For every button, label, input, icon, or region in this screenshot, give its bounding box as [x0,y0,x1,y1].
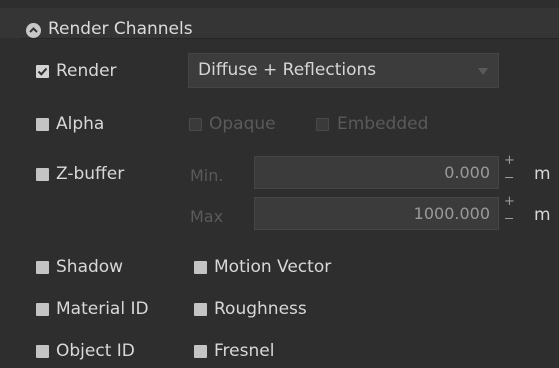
zbuffer-min-field[interactable] [254,156,499,189]
check-icon [37,67,48,76]
min-label: Min. [190,166,224,185]
material-id-label: Material ID [56,299,149,319]
max-unit: m [534,205,551,225]
material-id-checkbox[interactable] [36,303,49,316]
motion-vector-label: Motion Vector [214,257,332,277]
object-id-label: Object ID [56,341,135,361]
motion-vector-checkbox[interactable] [194,261,207,274]
fresnel-label: Fresnel [214,341,275,361]
render-mode-dropdown[interactable]: Diffuse + Reflections [188,53,499,88]
object-id-checkbox[interactable] [36,345,49,358]
increment-icon[interactable]: + [504,195,515,208]
alpha-label: Alpha [56,114,105,134]
render-checkbox[interactable] [36,65,49,78]
shadow-label: Shadow [56,257,124,277]
roughness-checkbox[interactable] [194,303,207,316]
shadow-checkbox[interactable] [36,261,49,274]
fresnel-checkbox[interactable] [194,345,207,358]
opaque-checkbox[interactable] [189,118,202,131]
zbuffer-checkbox[interactable] [36,168,49,181]
section-header[interactable]: Render Channels [0,8,559,39]
render-channels-panel: Render Channels Render Diffuse + Reflect… [0,0,559,368]
max-label: Max [190,207,224,226]
min-unit: m [534,164,551,184]
opaque-label: Opaque [209,114,276,134]
zbuffer-label: Z-buffer [56,164,125,184]
zbuffer-min-stepper[interactable]: + [504,154,516,188]
header-divider [22,38,559,39]
embedded-label: Embedded [337,114,429,134]
render-mode-value: Diffuse + Reflections [198,60,377,80]
zbuffer-max-stepper[interactable]: + [504,195,516,229]
alpha-checkbox[interactable] [36,118,49,131]
zbuffer-max-field[interactable] [254,197,499,230]
zbuffer-min-input[interactable] [255,157,498,188]
increment-icon[interactable]: + [504,154,515,167]
chevron-up-circle-icon[interactable] [26,23,41,38]
section-title: Render Channels [48,19,193,39]
dropdown-arrow-icon [478,68,488,75]
embedded-checkbox[interactable] [316,118,329,131]
decrement-icon[interactable] [505,218,513,219]
decrement-icon[interactable] [505,177,513,178]
zbuffer-max-input[interactable] [255,198,498,229]
render-label: Render [56,61,117,81]
roughness-label: Roughness [214,299,307,319]
